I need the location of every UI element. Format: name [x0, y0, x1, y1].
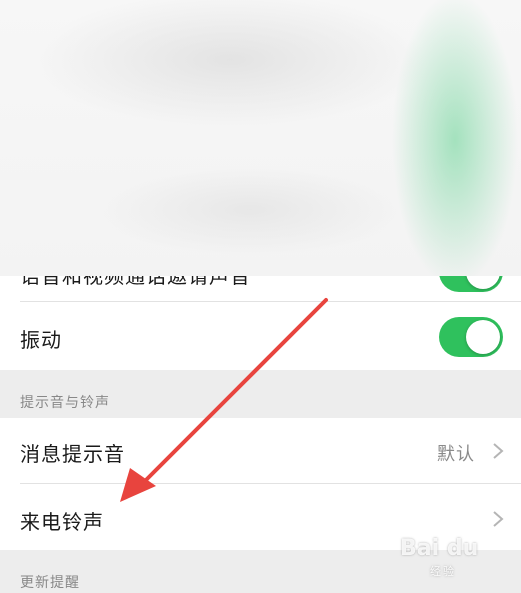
vibrate-label: 振动 — [20, 328, 62, 352]
watermark-brand: Bai du — [400, 536, 479, 561]
chevron-right-icon — [493, 511, 504, 527]
chevron-right-icon — [493, 443, 504, 459]
toggle-knob — [466, 320, 500, 354]
settings-row-message-tone[interactable]: 消息提示音 默认 — [0, 418, 521, 484]
watermark-logo: Bai du 经验 — [400, 536, 510, 580]
watermark-sub: 经验 — [430, 565, 456, 578]
section-header-sounds: 提示音与铃声 — [20, 395, 110, 411]
ringtone-label: 来电铃声 — [20, 510, 104, 534]
blurred-region — [0, 0, 521, 276]
vibrate-toggle[interactable] — [439, 317, 503, 357]
message-tone-value: 默认 — [437, 444, 475, 465]
message-tone-label: 消息提示音 — [20, 442, 125, 466]
section-header-updates: 更新提醒 — [20, 575, 80, 591]
settings-row-vibrate[interactable]: 振动 — [0, 302, 521, 370]
